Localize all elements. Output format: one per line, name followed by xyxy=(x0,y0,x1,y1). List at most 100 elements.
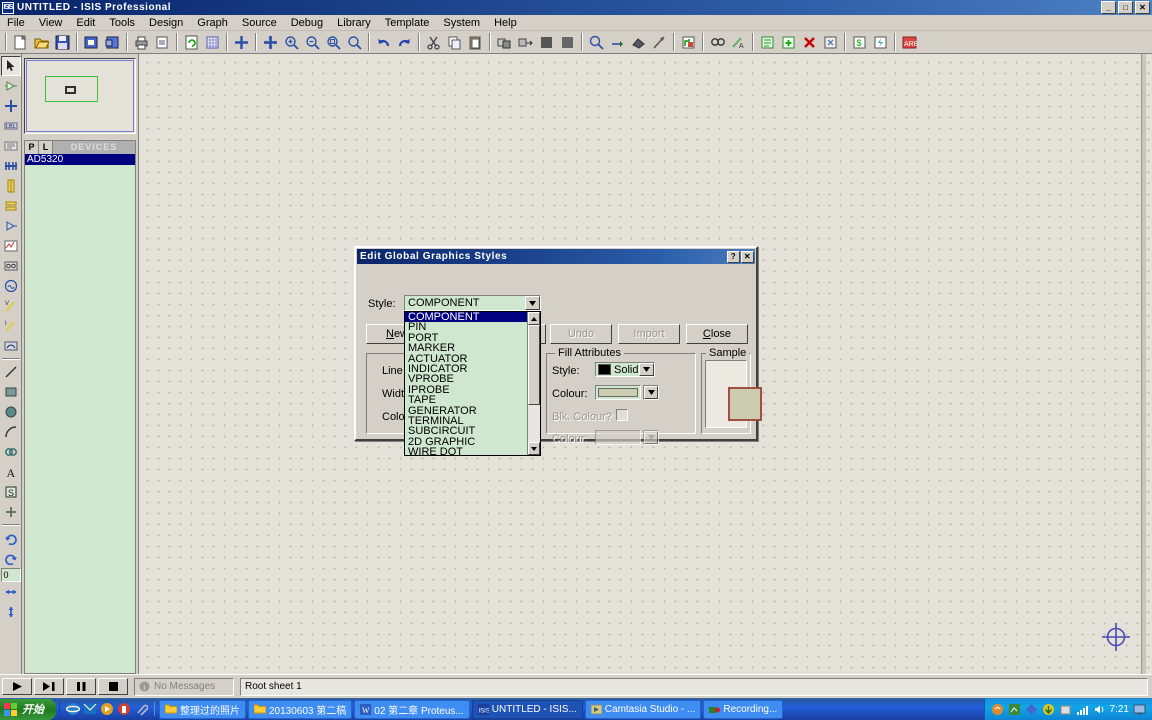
chevron-down-icon[interactable] xyxy=(525,296,540,310)
block-copy-icon[interactable] xyxy=(494,32,515,52)
menu-library[interactable]: Library xyxy=(330,16,378,30)
style-combobox[interactable]: COMPONENT xyxy=(404,295,541,311)
component-mode-icon[interactable] xyxy=(1,76,21,96)
search-tag-icon[interactable] xyxy=(707,32,728,52)
menu-template[interactable]: Template xyxy=(378,16,437,30)
box-mode-icon[interactable] xyxy=(1,382,21,402)
menu-edit[interactable]: Edit xyxy=(69,16,102,30)
devices-tab-p[interactable]: P xyxy=(25,141,39,154)
dropdown-scrollbar[interactable] xyxy=(527,312,540,455)
chevron-down-icon[interactable] xyxy=(644,386,658,399)
print-icon[interactable] xyxy=(131,32,152,52)
fill-colour-dropdown[interactable] xyxy=(643,385,659,400)
subcircuit-mode-icon[interactable] xyxy=(1,176,21,196)
step-button[interactable] xyxy=(34,678,64,695)
menu-help[interactable]: Help xyxy=(487,16,524,30)
menu-design[interactable]: Design xyxy=(142,16,190,30)
network-tray-icon[interactable] xyxy=(1076,703,1089,716)
junction-dot-mode-icon[interactable] xyxy=(1,96,21,116)
style-dropdown-list[interactable]: COMPONENT PIN PORT MARKER ACTUATOR INDIC… xyxy=(404,311,541,456)
menu-system[interactable]: System xyxy=(436,16,487,30)
play-button[interactable] xyxy=(2,678,32,695)
pause-button[interactable] xyxy=(66,678,96,695)
marker-mode-icon[interactable] xyxy=(1,502,21,522)
grid-toggle-icon[interactable] xyxy=(202,32,223,52)
zoom-in-icon[interactable] xyxy=(281,32,302,52)
selection-mode-icon[interactable] xyxy=(0,56,21,76)
block-rotate-icon[interactable] xyxy=(536,32,557,52)
list-item[interactable]: AD5320 xyxy=(25,154,135,165)
mirror-horizontal-icon[interactable] xyxy=(1,582,21,602)
bus-mode-icon[interactable] xyxy=(1,156,21,176)
scroll-up-icon[interactable] xyxy=(528,312,540,325)
diamond-tray-icon[interactable] xyxy=(1025,703,1038,716)
current-probe-mode-icon[interactable]: I xyxy=(1,316,21,336)
refresh-icon[interactable] xyxy=(181,32,202,52)
terminals-mode-icon[interactable] xyxy=(1,196,21,216)
taskbar-item-folder-20130603[interactable]: 20130603 第二稿 xyxy=(248,699,353,719)
close-button[interactable]: ✕ xyxy=(1135,1,1150,14)
dropdown-scroll-thumb[interactable] xyxy=(528,325,540,405)
zoom-area-icon[interactable] xyxy=(323,32,344,52)
green-tray-icon[interactable] xyxy=(1008,703,1021,716)
design-explorer-icon[interactable] xyxy=(757,32,778,52)
close-icon[interactable]: ✕ xyxy=(741,250,754,263)
open-file-icon[interactable] xyxy=(31,32,52,52)
paste-icon[interactable] xyxy=(465,32,486,52)
update-tray-icon[interactable] xyxy=(1042,703,1055,716)
arc-mode-icon[interactable] xyxy=(1,422,21,442)
pick-device-icon[interactable] xyxy=(586,32,607,52)
menu-graph[interactable]: Graph xyxy=(190,16,235,30)
chevron-down-icon[interactable] xyxy=(639,363,654,376)
show-desktop-icon[interactable] xyxy=(1133,703,1146,716)
clip-icon[interactable] xyxy=(134,702,148,716)
dropdown-option-tape[interactable]: TAPE xyxy=(405,394,527,405)
make-device-icon[interactable] xyxy=(607,32,628,52)
maximize-button[interactable]: □ xyxy=(1118,1,1133,14)
zoom-out-icon[interactable] xyxy=(302,32,323,52)
taskbar-item-recording[interactable]: Recording... xyxy=(703,699,784,719)
print-area-icon[interactable] xyxy=(152,32,173,52)
volume-tray-icon[interactable] xyxy=(1093,703,1106,716)
minimize-button[interactable]: _ xyxy=(1101,1,1116,14)
line-mode-icon[interactable] xyxy=(1,362,21,382)
overview-panel[interactable] xyxy=(24,58,136,134)
start-button[interactable]: 开始 xyxy=(0,698,56,720)
import-section-icon[interactable] xyxy=(81,32,102,52)
path-mode-icon[interactable] xyxy=(1,442,21,462)
exit-sheet-icon[interactable] xyxy=(820,32,841,52)
voltage-probe-mode-icon[interactable]: V xyxy=(1,296,21,316)
text-mode-icon[interactable]: A xyxy=(1,462,21,482)
help-icon[interactable]: ? xyxy=(727,250,740,263)
rotate-anticlockwise-icon[interactable] xyxy=(1,548,21,568)
menu-view[interactable]: View xyxy=(32,16,70,30)
undo-icon[interactable] xyxy=(373,32,394,52)
redo-icon[interactable] xyxy=(394,32,415,52)
close-button[interactable]: Close xyxy=(686,324,748,344)
netlist-to-ares-icon[interactable]: ARES xyxy=(899,32,920,52)
battery-tray-icon[interactable] xyxy=(1059,703,1072,716)
menu-file[interactable]: File xyxy=(0,16,32,30)
zoom-sheet-icon[interactable] xyxy=(344,32,365,52)
outlook-icon[interactable] xyxy=(83,702,97,716)
block-move-icon[interactable] xyxy=(515,32,536,52)
taskbar-item-camtasia[interactable]: Camtasia Studio - ... xyxy=(584,699,702,719)
wire-label-mode-icon[interactable]: LBL xyxy=(1,116,21,136)
menu-debug[interactable]: Debug xyxy=(284,16,330,30)
export-section-icon[interactable] xyxy=(102,32,123,52)
text-script-mode-icon[interactable] xyxy=(1,136,21,156)
menu-tools[interactable]: Tools xyxy=(102,16,142,30)
desktop-icon[interactable] xyxy=(117,702,131,716)
tape-recorder-mode-icon[interactable] xyxy=(1,256,21,276)
antivirus-tray-icon[interactable] xyxy=(991,703,1004,716)
tray-clock[interactable]: 7:21 xyxy=(1110,704,1129,715)
graph-mode-icon[interactable] xyxy=(1,236,21,256)
rotate-clockwise-icon[interactable] xyxy=(1,528,21,548)
rotation-angle-field[interactable]: 0 xyxy=(0,568,21,582)
symbol-mode-icon[interactable]: S xyxy=(1,482,21,502)
dropdown-option-wire-dot[interactable]: WIRE DOT xyxy=(405,446,527,455)
taskbar-item-isis[interactable]: ISIS UNTITLED - ISIS... xyxy=(471,699,583,719)
save-file-icon[interactable] xyxy=(52,32,73,52)
new-sheet-icon[interactable] xyxy=(778,32,799,52)
electrical-rule-check-icon[interactable] xyxy=(870,32,891,52)
